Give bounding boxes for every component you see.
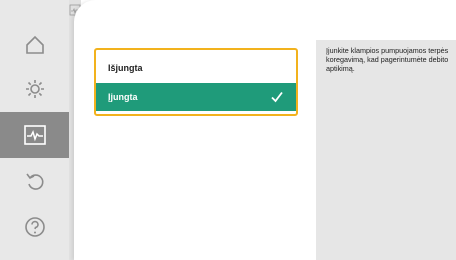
nav-home[interactable] — [0, 22, 69, 68]
option-off-label: Išjungta — [108, 63, 143, 73]
undo-icon — [25, 173, 43, 190]
info-text: Įjunkite klampios pumpuojamos terpės kor… — [326, 46, 449, 73]
option-on[interactable]: Įjungta — [96, 83, 296, 111]
nav-settings[interactable] — [0, 66, 69, 112]
nav-diagnostics[interactable] — [0, 112, 69, 158]
option-on-label: Įjungta — [108, 92, 138, 102]
help-icon — [24, 217, 45, 237]
nav-back[interactable] — [0, 158, 69, 204]
gear-icon — [25, 80, 44, 98]
option-group: Išjungta Įjungta — [94, 48, 298, 116]
diagnostics-icon — [23, 125, 46, 145]
home-icon — [25, 35, 44, 54]
sidebar — [0, 0, 70, 260]
checkmark-icon — [271, 91, 283, 103]
nav-help[interactable] — [0, 204, 69, 250]
option-off[interactable]: Išjungta — [96, 54, 296, 82]
info-panel: Įjunkite klampios pumpuojamos terpės kor… — [316, 40, 456, 260]
